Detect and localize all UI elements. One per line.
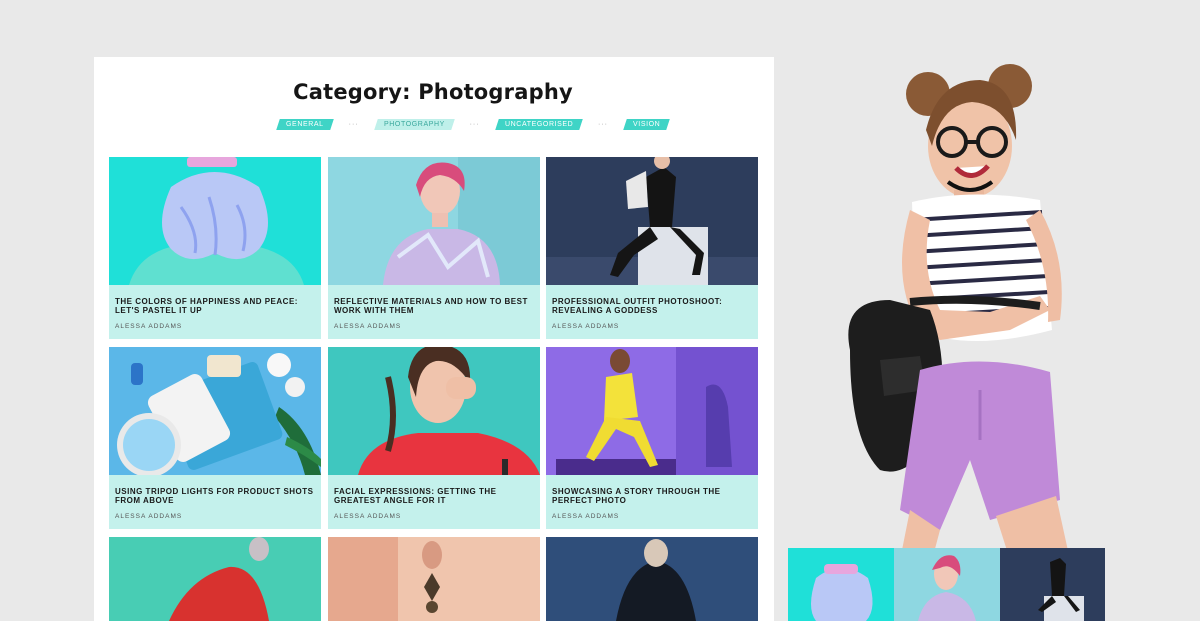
category-filter-bar: GENERAL ··· PHOTOGRAPHY ··· UNCATEGORISE… xyxy=(276,118,671,130)
post-card[interactable] xyxy=(328,537,540,621)
post-card[interactable]: REFLECTIVE MATERIALS AND HOW TO BEST WOR… xyxy=(328,157,540,339)
preview-thumbnail[interactable] xyxy=(1000,548,1105,621)
category-separator: ··· xyxy=(348,120,359,128)
category-tag-vision[interactable]: VISION xyxy=(623,118,671,130)
post-thumbnail[interactable] xyxy=(109,347,321,475)
post-author[interactable]: ALESSA ADDAMS xyxy=(552,513,619,520)
hero-model-image xyxy=(820,60,1120,560)
post-thumbnail[interactable] xyxy=(109,157,321,285)
post-title[interactable]: USING TRIPOD LIGHTS FOR PRODUCT SHOTS FR… xyxy=(115,487,315,505)
post-title[interactable]: REFLECTIVE MATERIALS AND HOW TO BEST WOR… xyxy=(334,297,534,315)
page-title: Category: Photography xyxy=(293,80,573,104)
post-title[interactable]: THE COLORS OF HAPPINESS AND PEACE: LET'S… xyxy=(115,297,315,315)
post-author[interactable]: ALESSA ADDAMS xyxy=(334,323,401,330)
post-title[interactable]: PROFESSIONAL OUTFIT PHOTOSHOOT: REVEALIN… xyxy=(552,297,752,315)
post-thumbnail[interactable] xyxy=(546,347,758,475)
post-title[interactable]: FACIAL EXPRESSIONS: GETTING THE GREATEST… xyxy=(334,487,534,505)
post-thumbnail[interactable] xyxy=(546,157,758,285)
post-author[interactable]: ALESSA ADDAMS xyxy=(552,323,619,330)
category-tag-general[interactable]: GENERAL xyxy=(276,118,334,130)
post-thumbnail[interactable] xyxy=(109,537,321,621)
post-card[interactable]: PROFESSIONAL OUTFIT PHOTOSHOOT: REVEALIN… xyxy=(546,157,758,339)
post-thumbnail[interactable] xyxy=(328,537,540,621)
post-author[interactable]: ALESSA ADDAMS xyxy=(115,513,182,520)
category-tag-photography[interactable]: PHOTOGRAPHY xyxy=(373,118,455,130)
post-thumbnail[interactable] xyxy=(328,347,540,475)
post-card[interactable] xyxy=(109,537,321,621)
post-author[interactable]: ALESSA ADDAMS xyxy=(115,323,182,330)
post-card[interactable] xyxy=(546,537,758,621)
category-separator: ··· xyxy=(597,120,608,128)
post-card[interactable]: USING TRIPOD LIGHTS FOR PRODUCT SHOTS FR… xyxy=(109,347,321,529)
post-card[interactable]: THE COLORS OF HAPPINESS AND PEACE: LET'S… xyxy=(109,157,321,339)
post-card[interactable]: FACIAL EXPRESSIONS: GETTING THE GREATEST… xyxy=(328,347,540,529)
post-card[interactable]: SHOWCASING A STORY THROUGH THE PERFECT P… xyxy=(546,347,758,529)
preview-thumbnail[interactable] xyxy=(894,548,1000,621)
post-thumbnail[interactable] xyxy=(328,157,540,285)
category-tag-uncategorised[interactable]: UNCATEGORISED xyxy=(494,118,583,130)
preview-thumbnail[interactable] xyxy=(788,548,894,621)
post-thumbnail[interactable] xyxy=(546,537,758,621)
post-title[interactable]: SHOWCASING A STORY THROUGH THE PERFECT P… xyxy=(552,487,752,505)
category-separator: ··· xyxy=(469,120,480,128)
post-author[interactable]: ALESSA ADDAMS xyxy=(334,513,401,520)
